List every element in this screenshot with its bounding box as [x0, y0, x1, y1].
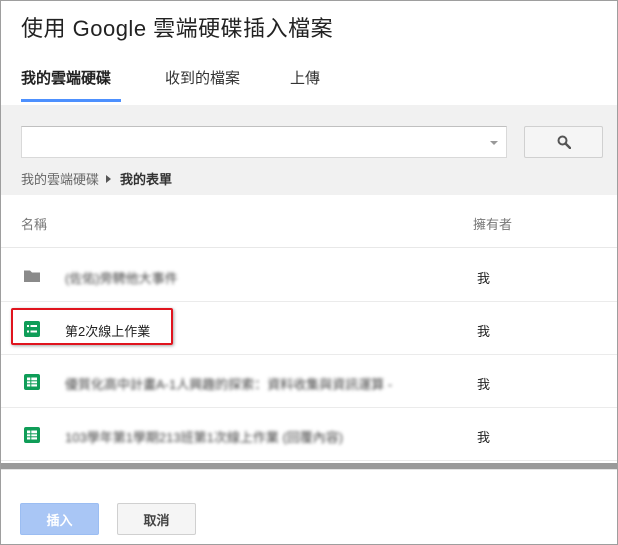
list-item-name: 優質化高中計畫A-1人興趣的探索：資料收集與資訊運算 - [65, 377, 393, 392]
chevron-right-icon [106, 174, 112, 183]
column-header-name[interactable]: 名稱 [21, 214, 47, 233]
dialog-title: 使用 Google 雲端硬碟插入檔案 [21, 16, 334, 41]
list-item[interactable]: 103學年第1學期213班第1次線上作業 (回覆內容) 我 [1, 408, 617, 461]
list-item[interactable]: (佐佑)旁騁他大事件 我 [1, 249, 617, 302]
tab-upload[interactable]: 上傳 [290, 67, 320, 88]
spreadsheet-icon [24, 427, 40, 443]
search-button[interactable] [524, 126, 603, 158]
cancel-button[interactable]: 取消 [117, 503, 196, 535]
insert-button[interactable]: 插入 [20, 503, 99, 535]
red-highlight-annotation [11, 308, 173, 345]
breadcrumb-current: 我的表單 [120, 172, 173, 187]
breadcrumb-root[interactable]: 我的雲端硬碟 [21, 169, 99, 188]
search-options-dropdown-icon[interactable] [490, 141, 498, 145]
list-header: 名稱 擁有者 [1, 195, 617, 248]
list-item-name: 103學年第1學期213班第1次線上作業 (回覆內容) [65, 430, 344, 445]
search-box [21, 126, 507, 158]
list-item-owner: 我 [477, 430, 491, 445]
list-item[interactable]: 優質化高中計畫A-1人興趣的探索：資料收集與資訊運算 - 我 [1, 355, 617, 408]
list-item-owner: 我 [477, 324, 491, 339]
list-item-owner: 我 [477, 377, 491, 392]
tab-shared-with-me[interactable]: 收到的檔案 [165, 67, 240, 88]
tab-bar: 我的雲端硬碟 收到的檔案 上傳 [1, 57, 617, 103]
search-toolbar: 我的雲端硬碟 我的表單 [1, 105, 617, 195]
column-header-owner[interactable]: 擁有者 [473, 214, 512, 233]
list-item-owner: 我 [477, 271, 491, 286]
file-picker-dialog: 使用 Google 雲端硬碟插入檔案 我的雲端硬碟 收到的檔案 上傳 我的雲端硬… [0, 0, 618, 545]
breadcrumb: 我的雲端硬碟 我的表單 [21, 169, 172, 188]
spreadsheet-icon [24, 374, 40, 390]
tab-my-drive[interactable]: 我的雲端硬碟 [21, 67, 111, 88]
folder-icon [24, 270, 40, 282]
search-input[interactable] [22, 127, 482, 157]
active-tab-indicator [21, 99, 121, 102]
search-icon [557, 135, 571, 149]
list-item-name: (佐佑)旁騁他大事件 [65, 271, 178, 286]
dialog-footer: 插入 取消 [1, 469, 617, 544]
